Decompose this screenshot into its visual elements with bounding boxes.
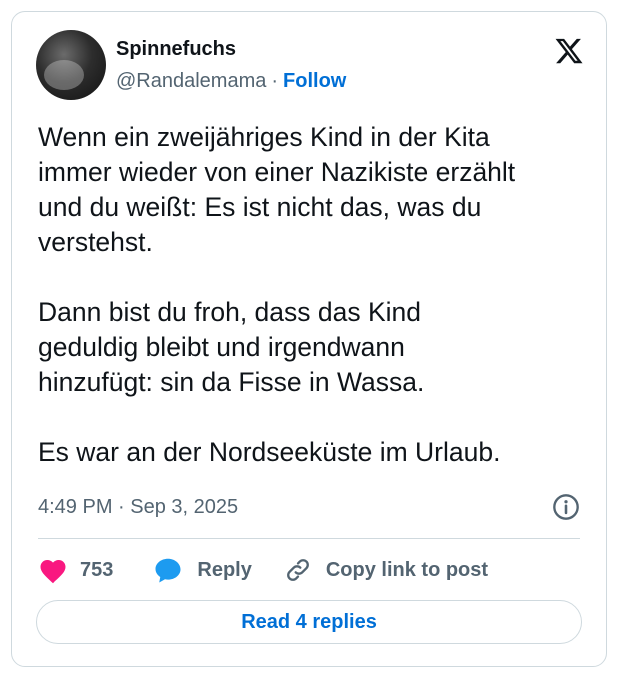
read-replies-button[interactable]: Read 4 replies bbox=[36, 600, 582, 644]
author-handle[interactable]: @Randalemama bbox=[116, 70, 266, 92]
post-card: Spinnefuchs @Randalemama · Follow Wenn ein… bbox=[11, 11, 607, 667]
heart-icon bbox=[40, 560, 66, 584]
post-timestamp[interactable]: 4:49 PM · Sep 3, 2025 bbox=[38, 496, 238, 519]
reply-button[interactable]: Reply bbox=[153, 556, 252, 584]
copy-link-button[interactable]: Copy link to post bbox=[284, 556, 488, 584]
info-icon[interactable] bbox=[552, 493, 580, 521]
action-bar: 753 Reply Copy link to post bbox=[38, 554, 488, 586]
like-count: 753 bbox=[80, 558, 114, 581]
divider bbox=[38, 538, 580, 539]
post-text: Wenn ein zweijähriges Kind in der Kita i… bbox=[38, 122, 516, 467]
separator-dot: · bbox=[271, 70, 279, 92]
copy-link-label: Copy link to post bbox=[325, 558, 489, 581]
link-icon bbox=[286, 559, 309, 581]
author-handle-row: @Randalemama · Follow bbox=[116, 70, 346, 93]
follow-button[interactable]: Follow bbox=[283, 70, 346, 92]
speech-bubble-icon bbox=[155, 558, 181, 583]
x-logo-icon[interactable] bbox=[554, 36, 584, 66]
reply-label: Reply bbox=[197, 558, 252, 581]
author-name[interactable]: Spinnefuchs bbox=[116, 38, 236, 61]
like-button[interactable]: 753 bbox=[38, 556, 113, 584]
avatar[interactable] bbox=[36, 30, 106, 100]
